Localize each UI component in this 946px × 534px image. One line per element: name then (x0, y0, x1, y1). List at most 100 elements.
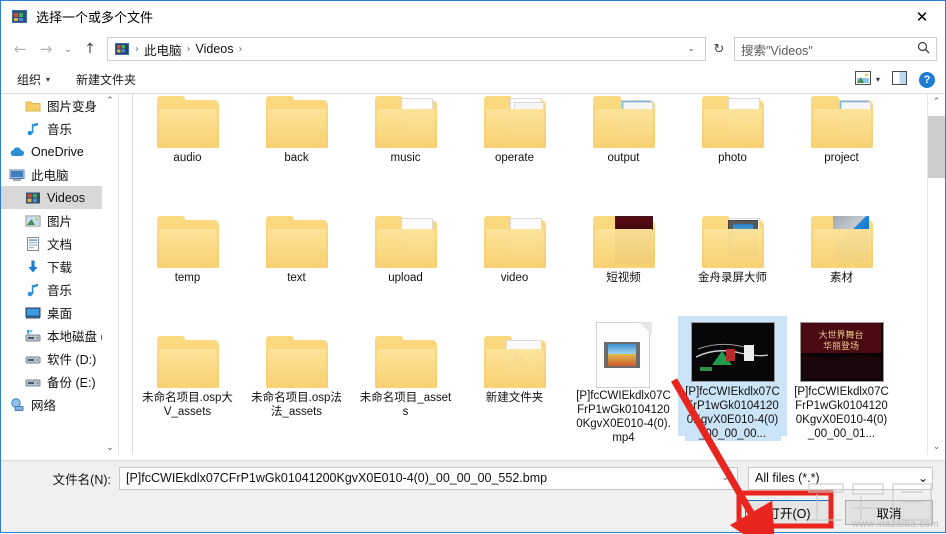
folder-plain-icon (254, 322, 340, 388)
file-item-label: 未命名项目_assets (359, 392, 452, 418)
file-item[interactable]: [P]fcCWIEkdlx07CFrP1wGk01041200KgvX0E010… (569, 316, 678, 444)
file-item[interactable]: MP4 新建文件夹 (460, 316, 569, 436)
recent-locations-icon[interactable]: ⌄ (59, 36, 77, 62)
file-list-pane[interactable]: audio back music operate output photo project t… (132, 94, 945, 455)
chevron-down-icon[interactable]: ⌄ (918, 471, 928, 485)
sidebar-item-12[interactable]: 备份 (E:) (1, 370, 115, 393)
sidebar-item-10[interactable]: 本地磁盘 (C (1, 324, 115, 347)
filetype-select[interactable]: All files (*.*) ⌄ (748, 466, 933, 490)
help-button[interactable]: ? (919, 71, 935, 88)
sidebar-item-1[interactable]: 音乐 (1, 117, 115, 140)
dialog-body: 图片变身 音乐 OneDrive 此电脑 Videos 图片 文档 下载 音乐 桌面 本地磁盘 (C… (1, 94, 945, 455)
documents-folder-icon (25, 236, 41, 252)
scroll-up-icon[interactable]: ⌃ (933, 94, 941, 110)
file-item-label: photo (718, 152, 747, 164)
chevron-down-icon[interactable]: ⌄ (717, 473, 733, 483)
folder-lines-icon (472, 94, 558, 148)
sidebar-item-8[interactable]: 音乐 (1, 278, 115, 301)
file-item[interactable]: photo (678, 94, 787, 196)
this-pc-icon (9, 167, 25, 183)
scrollbar-thumb[interactable] (928, 116, 945, 178)
file-item[interactable]: 短视频 (569, 196, 678, 316)
sidebar-item-label: 软件 (D:) (47, 353, 97, 367)
breadcrumb-separator: › (238, 43, 243, 55)
file-item[interactable]: 未命名项目.osp法法_assets (242, 316, 351, 436)
file-item-label: [P]fcCWIEkdlx07CFrP1wGk01041200KgvX0E010… (794, 386, 889, 440)
search-input[interactable]: 搜索"Videos" (734, 37, 937, 61)
arrow-left-icon[interactable]: ← (7, 36, 33, 62)
sidebar-item-13[interactable]: 网络 (1, 393, 115, 416)
file-item[interactable]: video (460, 196, 569, 316)
preview-pane-icon (892, 71, 907, 88)
file-item[interactable]: 大世界舞台 华丽登场 [P]fcCWIEkdlx07CFrP1wGk01041200… (787, 316, 896, 440)
sidebar-item-5[interactable]: 图片 (1, 209, 115, 232)
sidebar-item-2[interactable]: OneDrive (1, 140, 115, 163)
folder-windows-icon (799, 202, 885, 268)
downloads-icon (25, 259, 41, 275)
file-item[interactable]: upload (351, 196, 460, 316)
filetype-value: All files (*.*) (755, 471, 820, 485)
folder-sheet-icon (472, 202, 558, 268)
open-button[interactable]: 打开(O) (745, 499, 833, 525)
organize-button[interactable]: 组织 ▾ (17, 71, 50, 88)
file-item[interactable]: back (242, 94, 351, 196)
file-item[interactable]: text (242, 196, 351, 316)
file-item[interactable]: output (569, 94, 678, 196)
folder-icon (25, 98, 41, 114)
sidebar-item-0[interactable]: 图片变身 (1, 94, 115, 117)
address-bar[interactable]: › 此电脑 › Videos › ⌄ (107, 37, 706, 61)
file-item[interactable]: 素材 (787, 196, 896, 316)
video-file-page-icon (581, 322, 667, 388)
breadcrumb-item-videos[interactable]: Videos (193, 42, 237, 56)
sidebar-item-9[interactable]: 桌面 (1, 301, 115, 324)
file-item-label: 短视频 (606, 272, 641, 284)
folder-film-icon (690, 202, 776, 268)
file-item-label: 新建文件夹 (485, 392, 544, 404)
arrow-up-icon[interactable]: ↑ (77, 36, 103, 62)
breadcrumb-item-this-pc[interactable]: 此电脑 (141, 40, 185, 59)
sidebar-item-6[interactable]: 文档 (1, 232, 115, 255)
sidebar-item-4[interactable]: Videos (1, 186, 115, 209)
view-layout-button[interactable]: ▾ (854, 71, 880, 88)
new-folder-button[interactable]: 新建文件夹 (76, 71, 136, 88)
svg-text:大世界舞台: 大世界舞台 (818, 329, 863, 341)
watermark-text: www.xiazaiba.com (851, 519, 939, 530)
sidebar-scrollbar[interactable]: ⌃ ⌄ (102, 94, 118, 455)
file-item[interactable]: audio (133, 94, 242, 196)
file-item[interactable]: 未命名项目.osp大V_assets (133, 316, 242, 436)
refresh-icon[interactable]: ↻ (708, 37, 730, 61)
sidebar-item-label: Videos (47, 190, 85, 205)
breadcrumb-separator: › (135, 43, 139, 55)
file-item[interactable]: 金舟录屏大师 (678, 196, 787, 316)
search-icon (917, 41, 930, 57)
sidebar-item-label: 此电脑 (31, 169, 69, 183)
scroll-down-icon[interactable]: ⌄ (933, 439, 941, 455)
scroll-up-icon[interactable]: ⌃ (106, 94, 114, 108)
file-item[interactable]: project (787, 94, 896, 196)
sidebar-item-7[interactable]: 下载 (1, 255, 115, 278)
videos-folder-icon (25, 190, 41, 206)
arrow-right-icon[interactable]: → (33, 36, 59, 62)
close-icon[interactable]: ✕ (899, 1, 945, 32)
file-item[interactable]: temp (133, 196, 242, 316)
sidebar-item-label: 下载 (47, 261, 73, 275)
file-list-scrollbar[interactable]: ⌃ ⌄ (927, 94, 945, 455)
sidebar-item-11[interactable]: 软件 (D:) (1, 347, 115, 370)
network-icon (9, 397, 25, 413)
chevron-down-icon[interactable]: ⌄ (681, 44, 701, 54)
file-item[interactable]: [P]fcCWIEkdlx07CFrP1wGk01041200KgvX0E010… (678, 316, 787, 441)
folder-dark-poster-icon (581, 202, 667, 268)
file-item[interactable]: operate (460, 94, 569, 196)
file-item[interactable]: 未命名项目_assets (351, 316, 460, 436)
filename-input[interactable]: [P]fcCWIEkdlx07CFrP1wGk01041200KgvX0E010… (119, 466, 738, 490)
folder-sheet-icon (363, 202, 449, 268)
button-row: 打开(O) 取消 (1, 495, 945, 529)
file-item[interactable]: music (351, 94, 460, 196)
video-file-icon (11, 8, 28, 25)
folder-mp4-icon: MP4 (472, 322, 558, 388)
file-item-label: back (284, 152, 309, 164)
scrollbar-track[interactable] (928, 110, 945, 439)
sidebar-item-3[interactable]: 此电脑 (1, 163, 115, 186)
preview-pane-button[interactable] (892, 71, 907, 88)
scroll-down-icon[interactable]: ⌄ (106, 441, 114, 455)
